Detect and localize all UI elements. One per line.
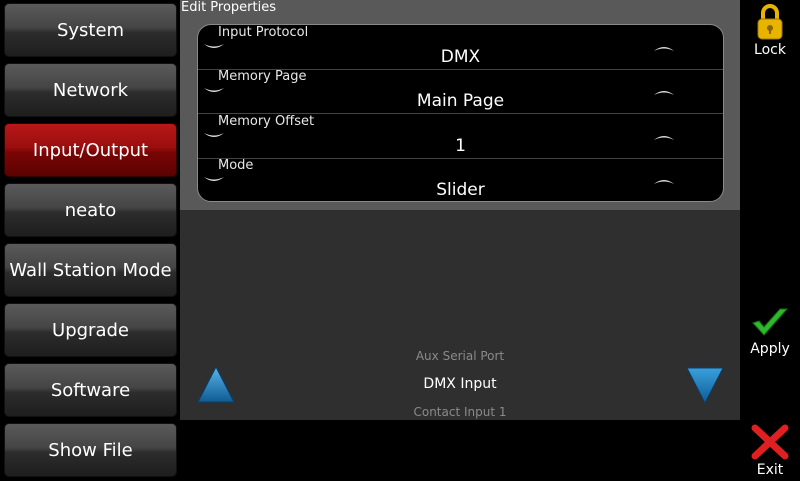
lock-button[interactable]: Lock [740,2,800,58]
apply-label: Apply [750,341,790,357]
lock-label: Lock [754,42,786,58]
property-value: Main Page [416,91,505,111]
sidebar-item-neato[interactable]: neato [4,183,177,237]
property-label: Memory Page [218,69,307,84]
sidebar-item-wall-station-mode[interactable]: Wall Station Mode [4,243,177,297]
chevron-up-icon[interactable] [653,41,675,53]
property-row-mode: Mode Slider [198,158,723,201]
apply-button[interactable]: Apply [740,305,800,357]
chevron-down-icon[interactable] [203,86,225,98]
property-row-memory-page: Memory Page Main Page [198,69,723,114]
chevron-up-icon[interactable] [653,130,675,142]
property-row-input-protocol: Input Protocol DMX [198,25,723,70]
property-value: DMX [440,47,481,67]
chevron-up-icon[interactable] [653,85,675,97]
sidebar: System Network Input/Output neato Wall S… [0,0,180,481]
sidebar-item-show-file[interactable]: Show File [4,423,177,477]
properties-list: Input Protocol DMX Memory Page Main Page… [197,24,724,202]
sidebar-item-network[interactable]: Network [4,63,177,117]
sidebar-item-input-output[interactable]: Input/Output [4,123,177,177]
exit-label: Exit [756,462,784,478]
chevron-up-icon[interactable] [653,174,675,186]
panel-title: Edit Properties [181,0,277,15]
arrow-up-icon[interactable] [196,365,236,408]
sidebar-item-upgrade[interactable]: Upgrade [4,303,177,357]
chevron-down-icon[interactable] [203,42,225,54]
sidebar-item-system[interactable]: System [4,3,177,57]
exit-button[interactable]: Exit [740,424,800,478]
sidebar-item-software[interactable]: Software [4,363,177,417]
selector-previous-item[interactable]: Aux Serial Port [300,349,620,363]
lock-icon [740,2,800,42]
checkmark-icon [740,305,800,341]
selector-current-item[interactable]: DMX Input [300,376,620,392]
property-label: Input Protocol [218,25,309,40]
property-value: 1 [455,136,466,156]
property-label: Mode [218,158,254,173]
property-label: Memory Offset [218,114,315,129]
arrow-down-icon[interactable] [685,366,725,408]
chevron-down-icon[interactable] [203,131,225,143]
close-icon [740,424,800,462]
property-row-memory-offset: Memory Offset 1 [198,114,723,159]
property-value: Slider [436,180,485,200]
chevron-down-icon[interactable] [203,175,225,187]
selector-next-item[interactable]: Contact Input 1 [300,405,620,419]
